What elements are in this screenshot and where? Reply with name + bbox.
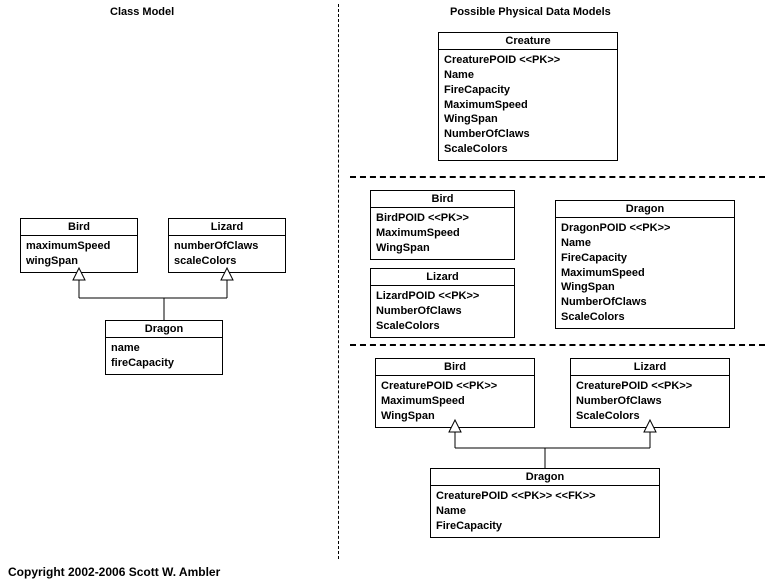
pdm2-dragon-body: DragonPOID <<PK>> Name FireCapacity Maxi… xyxy=(556,218,734,328)
class-bird: Bird maximumSpeed wingSpan xyxy=(20,218,138,273)
attr: BirdPOID <<PK>> xyxy=(376,211,509,226)
pdm3-lizard-title: Lizard xyxy=(571,359,729,376)
pdm3-bird-body: CreaturePOID <<PK>> MaximumSpeed WingSpa… xyxy=(376,376,534,427)
pdm2-bird: Bird BirdPOID <<PK>> MaximumSpeed WingSp… xyxy=(370,190,515,260)
attr: ScaleColors xyxy=(561,310,729,325)
attr: FireCapacity xyxy=(561,251,729,266)
pdm2-lizard: Lizard LizardPOID <<PK>> NumberOfClaws S… xyxy=(370,268,515,338)
pdm1-creature-title: Creature xyxy=(439,33,617,50)
class-lizard: Lizard numberOfClaws scaleColors xyxy=(168,218,286,273)
hdash-1 xyxy=(350,176,765,178)
attr: CreaturePOID <<PK>> xyxy=(576,379,724,394)
attr: WingSpan xyxy=(444,112,612,127)
attr: scaleColors xyxy=(174,254,280,269)
heading-class-model: Class Model xyxy=(110,6,174,18)
attr: MaximumSpeed xyxy=(381,394,529,409)
attr: MaximumSpeed xyxy=(444,98,612,113)
class-lizard-body: numberOfClaws scaleColors xyxy=(169,236,285,272)
pdm3-lizard-body: CreaturePOID <<PK>> NumberOfClaws ScaleC… xyxy=(571,376,729,427)
pdm3-bird-title: Bird xyxy=(376,359,534,376)
attr: FireCapacity xyxy=(444,83,612,98)
attr: NumberOfClaws xyxy=(561,295,729,310)
attr: ScaleColors xyxy=(376,319,509,334)
attr: FireCapacity xyxy=(436,519,654,534)
copyright-text: Copyright 2002-2006 Scott W. Ambler xyxy=(8,565,220,579)
pdm2-dragon: Dragon DragonPOID <<PK>> Name FireCapaci… xyxy=(555,200,735,329)
attr: maximumSpeed xyxy=(26,239,132,254)
pdm1-creature: Creature CreaturePOID <<PK>> Name FireCa… xyxy=(438,32,618,161)
pdm2-dragon-title: Dragon xyxy=(556,201,734,218)
class-dragon: Dragon name fireCapacity xyxy=(105,320,223,375)
attr: NumberOfClaws xyxy=(444,127,612,142)
attr: Name xyxy=(561,236,729,251)
vertical-divider xyxy=(338,4,339,559)
attr: numberOfClaws xyxy=(174,239,280,254)
pdm2-bird-title: Bird xyxy=(371,191,514,208)
attr: ScaleColors xyxy=(444,142,612,157)
attr: Name xyxy=(436,504,654,519)
pdm3-bird: Bird CreaturePOID <<PK>> MaximumSpeed Wi… xyxy=(375,358,535,428)
attr: WingSpan xyxy=(381,409,529,424)
class-bird-title: Bird xyxy=(21,219,137,236)
attr: fireCapacity xyxy=(111,356,217,371)
attr: MaximumSpeed xyxy=(561,266,729,281)
attr: CreaturePOID <<PK>> xyxy=(381,379,529,394)
attr: CreaturePOID <<PK>> <<FK>> xyxy=(436,489,654,504)
attr: ScaleColors xyxy=(576,409,724,424)
pdm2-lizard-title: Lizard xyxy=(371,269,514,286)
attr: DragonPOID <<PK>> xyxy=(561,221,729,236)
pdm3-lizard: Lizard CreaturePOID <<PK>> NumberOfClaws… xyxy=(570,358,730,428)
class-dragon-body: name fireCapacity xyxy=(106,338,222,374)
attr: MaximumSpeed xyxy=(376,226,509,241)
attr: NumberOfClaws xyxy=(376,304,509,319)
heading-pdm: Possible Physical Data Models xyxy=(450,6,611,18)
attr: LizardPOID <<PK>> xyxy=(376,289,509,304)
pdm3-dragon-body: CreaturePOID <<PK>> <<FK>> Name FireCapa… xyxy=(431,486,659,537)
pdm2-lizard-body: LizardPOID <<PK>> NumberOfClaws ScaleCol… xyxy=(371,286,514,337)
attr: WingSpan xyxy=(561,280,729,295)
attr: NumberOfClaws xyxy=(576,394,724,409)
attr: Name xyxy=(444,68,612,83)
class-bird-body: maximumSpeed wingSpan xyxy=(21,236,137,272)
pdm3-dragon: Dragon CreaturePOID <<PK>> <<FK>> Name F… xyxy=(430,468,660,538)
attr: wingSpan xyxy=(26,254,132,269)
attr: WingSpan xyxy=(376,241,509,256)
pdm2-bird-body: BirdPOID <<PK>> MaximumSpeed WingSpan xyxy=(371,208,514,259)
pdm3-dragon-title: Dragon xyxy=(431,469,659,486)
pdm1-creature-body: CreaturePOID <<PK>> Name FireCapacity Ma… xyxy=(439,50,617,160)
hdash-2 xyxy=(350,344,765,346)
attr: name xyxy=(111,341,217,356)
class-lizard-title: Lizard xyxy=(169,219,285,236)
attr: CreaturePOID <<PK>> xyxy=(444,53,612,68)
class-dragon-title: Dragon xyxy=(106,321,222,338)
